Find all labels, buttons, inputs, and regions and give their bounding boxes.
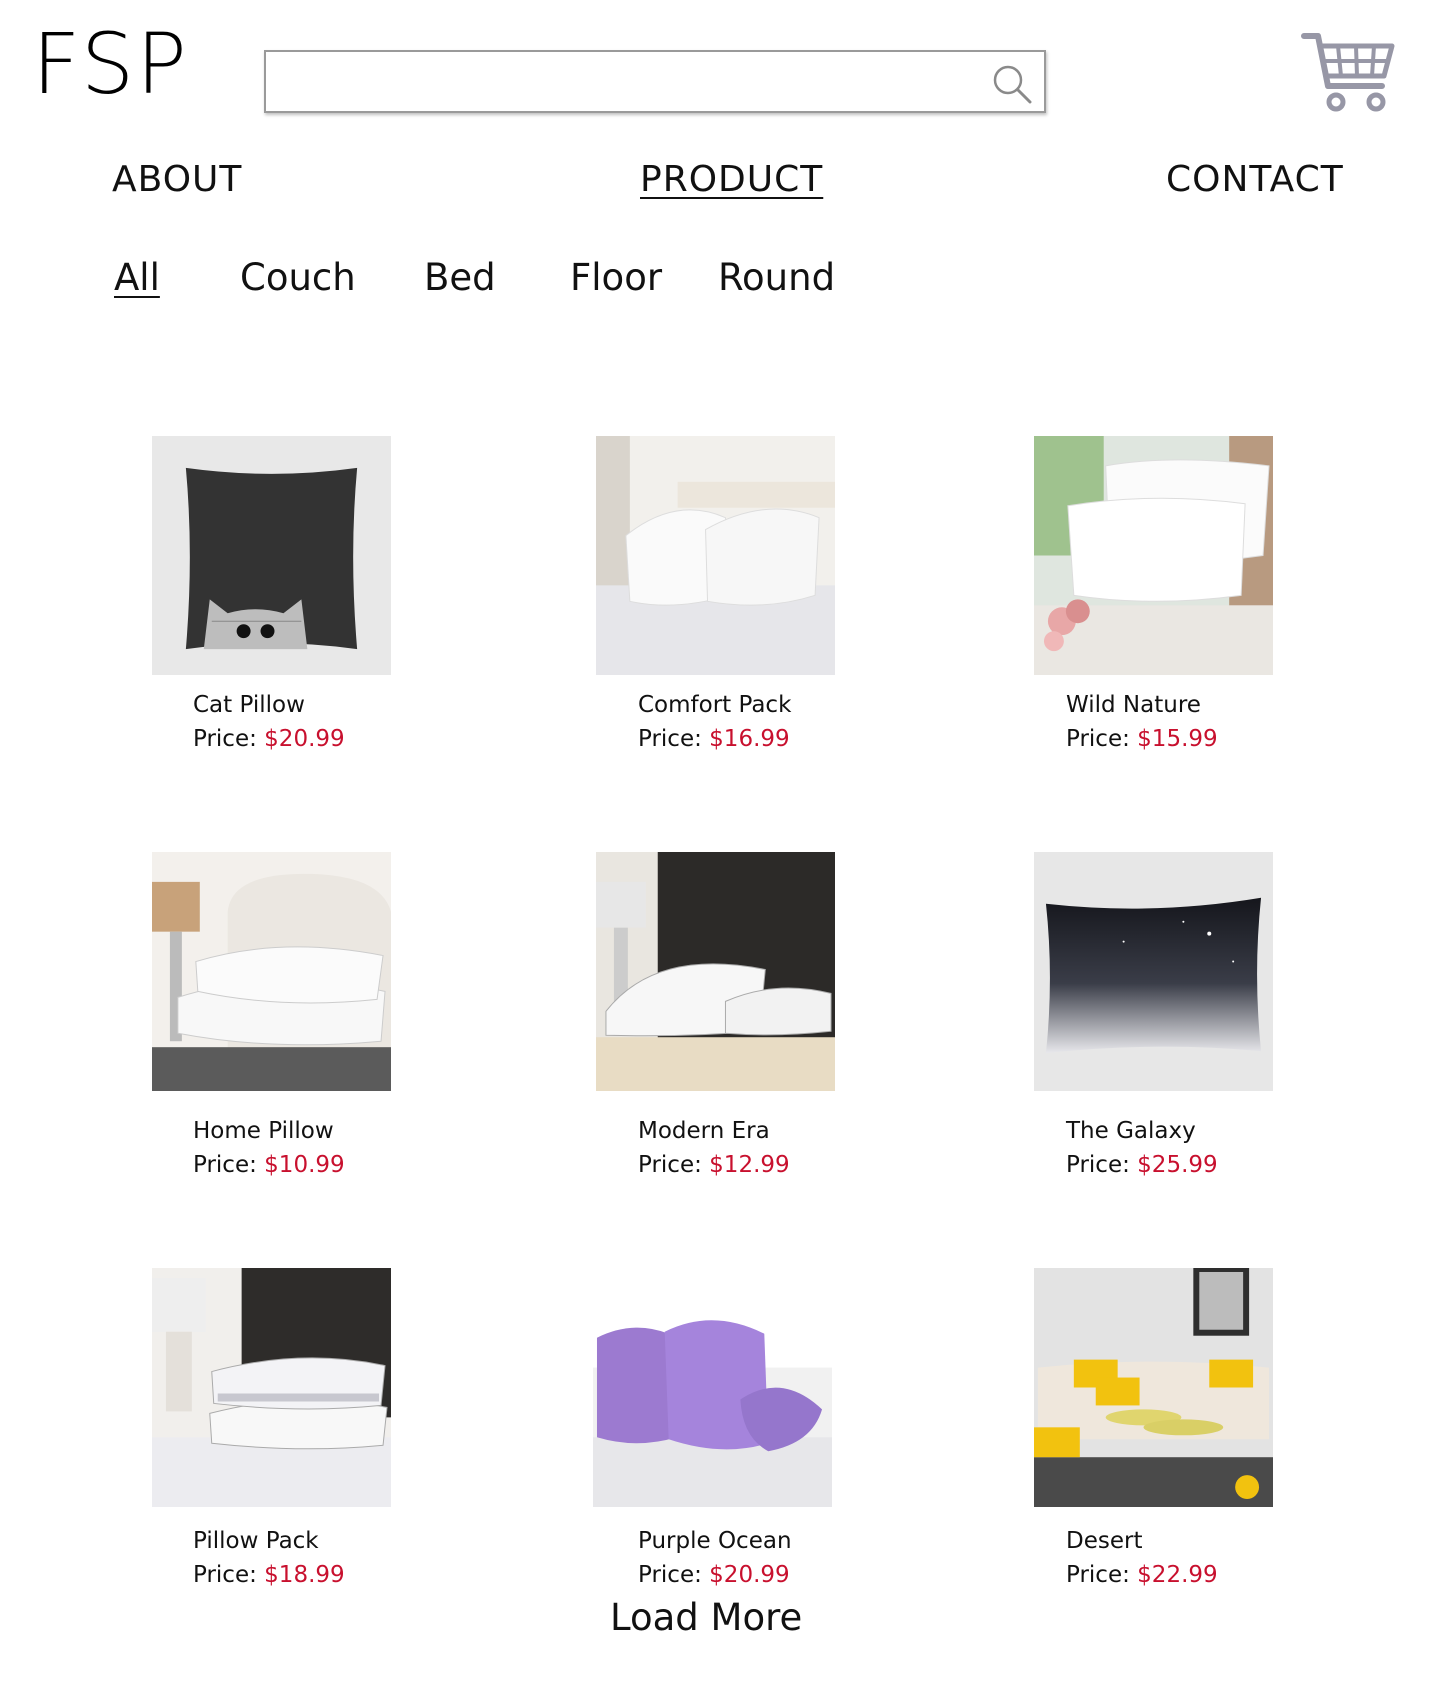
- product-name[interactable]: Cat Pillow: [193, 692, 305, 718]
- product-price: Price: $20.99: [638, 1562, 790, 1588]
- price-label: Price:: [638, 1562, 702, 1588]
- product-price: Price: $25.99: [1066, 1152, 1218, 1178]
- product-image-modern-era[interactable]: [596, 852, 835, 1091]
- search-bar: [264, 50, 1046, 113]
- shopping-cart-icon[interactable]: [1300, 30, 1396, 116]
- product-name[interactable]: Modern Era: [638, 1118, 770, 1144]
- product-price: Price: $22.99: [1066, 1562, 1218, 1588]
- product-price: Price: $12.99: [638, 1152, 790, 1178]
- price-label: Price:: [638, 726, 702, 752]
- product-name[interactable]: Home Pillow: [193, 1118, 334, 1144]
- price-value: $20.99: [264, 726, 345, 752]
- product-name[interactable]: Desert: [1066, 1528, 1142, 1554]
- nav-about[interactable]: ABOUT: [112, 160, 242, 200]
- filter-couch[interactable]: Couch: [240, 257, 356, 299]
- search-icon[interactable]: [990, 62, 1034, 106]
- price-value: $18.99: [264, 1562, 345, 1588]
- product-image-cat-pillow[interactable]: [152, 436, 391, 675]
- price-label: Price:: [638, 1152, 702, 1178]
- product-name[interactable]: The Galaxy: [1066, 1118, 1196, 1144]
- nav-contact[interactable]: CONTACT: [1166, 160, 1344, 200]
- filter-all[interactable]: All: [114, 257, 160, 299]
- product-name[interactable]: Purple Ocean: [638, 1528, 792, 1554]
- price-value: $25.99: [1137, 1152, 1218, 1178]
- product-price: Price: $18.99: [193, 1562, 345, 1588]
- product-image-pillow-pack[interactable]: [152, 1268, 391, 1507]
- product-name[interactable]: Comfort Pack: [638, 692, 791, 718]
- nav-product[interactable]: PRODUCT: [640, 160, 823, 200]
- price-label: Price:: [193, 1152, 257, 1178]
- product-price: Price: $15.99: [1066, 726, 1218, 752]
- filter-round[interactable]: Round: [718, 257, 835, 299]
- price-value: $22.99: [1137, 1562, 1218, 1588]
- price-label: Price:: [193, 726, 257, 752]
- price-value: $15.99: [1137, 726, 1218, 752]
- price-value: $12.99: [709, 1152, 790, 1178]
- site-logo[interactable]: FSP: [32, 22, 189, 106]
- product-price: Price: $16.99: [638, 726, 790, 752]
- product-image-the-galaxy[interactable]: [1034, 852, 1273, 1091]
- product-image-purple-ocean[interactable]: [593, 1268, 832, 1507]
- filter-floor[interactable]: Floor: [570, 257, 662, 299]
- price-label: Price:: [1066, 1152, 1130, 1178]
- price-value: $16.99: [709, 726, 790, 752]
- product-price: Price: $20.99: [193, 726, 345, 752]
- product-image-desert[interactable]: [1034, 1268, 1273, 1507]
- price-label: Price:: [1066, 1562, 1130, 1588]
- product-image-wild-nature[interactable]: [1034, 436, 1273, 675]
- search-input[interactable]: [266, 52, 966, 111]
- filter-bed[interactable]: Bed: [424, 257, 496, 299]
- load-more-button[interactable]: Load More: [610, 1596, 802, 1639]
- product-image-comfort-pack[interactable]: [596, 436, 835, 675]
- price-label: Price:: [193, 1562, 257, 1588]
- product-price: Price: $10.99: [193, 1152, 345, 1178]
- product-image-home-pillow[interactable]: [152, 852, 391, 1091]
- price-value: $10.99: [264, 1152, 345, 1178]
- product-name[interactable]: Wild Nature: [1066, 692, 1201, 718]
- price-label: Price:: [1066, 726, 1130, 752]
- price-value: $20.99: [709, 1562, 790, 1588]
- product-name[interactable]: Pillow Pack: [193, 1528, 319, 1554]
